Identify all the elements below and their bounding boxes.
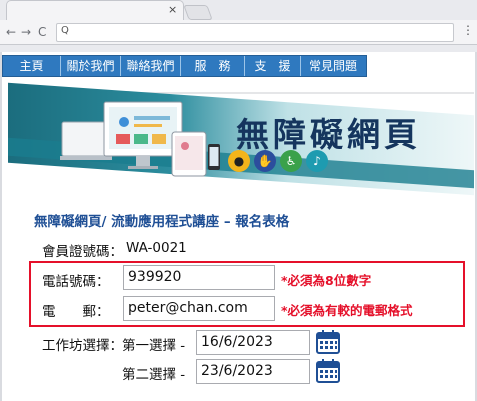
email-label: 電 郵： [42,304,110,320]
browser-chrome: × ← → C Q ⋮ [0,0,477,52]
email-input[interactable]: peter@chan.com [123,296,275,321]
phone-warning: *必須為8位數字 [281,273,372,288]
search-icon: Q [61,25,69,36]
devices-illustration [60,101,220,177]
member-label: 會員證號碼： [42,244,123,260]
calendar-icon[interactable] [316,330,340,354]
calendar-icon[interactable] [316,359,340,383]
member-value: WA-0021 [126,240,187,256]
second-choice-date-input[interactable]: 23/6/2023 [196,359,310,384]
email-warning: *必須為有較的電郵格式 [281,303,413,318]
nav-item-home[interactable]: 主頁 [3,56,61,76]
first-choice-label: 第一選擇 - [122,338,186,354]
browser-menu-icon[interactable]: ⋮ [462,23,474,37]
forward-arrow-icon[interactable]: → [21,23,31,41]
hearing-icon: ♪ [306,150,328,172]
form-title: 無障礙網頁/ 流動應用程式講座 – 報名表格 [34,214,290,230]
web-page: 主頁 關於我們 聯絡我們 服 務 支 援 常見問題 無障礙網頁 ● ✋ ♿ ♪ … [2,52,475,401]
eye-icon: ● [228,150,250,172]
hero-banner: 無障礙網頁 ● ✋ ♿ ♪ [8,82,474,196]
nav-item-about[interactable]: 關於我們 [61,56,121,76]
browser-toolbar: ← → C Q ⋮ [0,20,477,45]
nav-item-faq[interactable]: 常見問題 [301,56,365,76]
reload-icon[interactable]: C [38,23,46,41]
phone-input[interactable]: 939920 [123,265,275,290]
tab-close-icon[interactable]: × [168,3,177,17]
back-arrow-icon[interactable]: ← [6,23,16,41]
main-navigation: 主頁 關於我們 聯絡我們 服 務 支 援 常見問題 [2,55,367,77]
accessibility-icons: ● ✋ ♿ ♪ [228,150,328,172]
nav-item-support[interactable]: 支 援 [245,56,301,76]
new-tab-button[interactable] [183,5,213,20]
banner-title: 無障礙網頁 [236,115,421,154]
nav-item-contact[interactable]: 聯絡我們 [121,56,181,76]
nav-item-services[interactable]: 服 務 [181,56,245,76]
sign-language-icon: ✋ [254,150,276,172]
workshop-label: 工作坊選擇： [42,338,123,354]
browser-tab[interactable]: × [6,0,184,21]
phone-label: 電話號碼： [42,274,110,290]
wheelchair-icon: ♿ [280,150,302,172]
address-bar[interactable]: Q [56,23,454,42]
first-choice-date-input[interactable]: 16/6/2023 [196,330,310,355]
second-choice-label: 第二選擇 - [122,367,186,383]
